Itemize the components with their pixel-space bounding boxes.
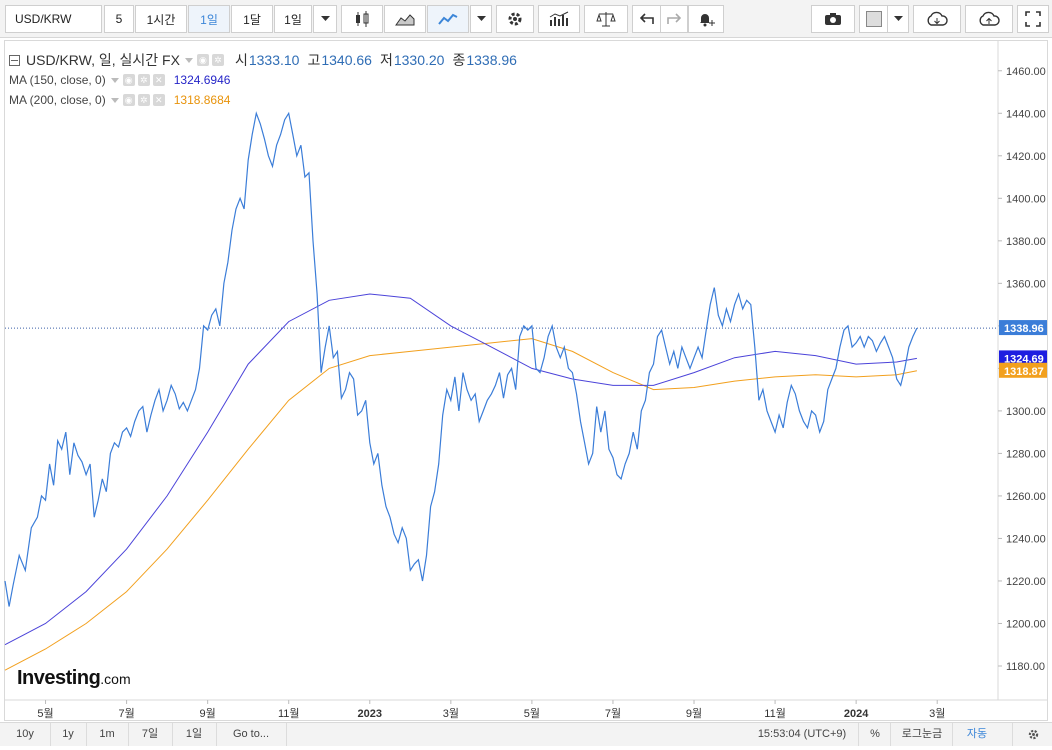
investing-logo: Investing.com (17, 667, 131, 690)
open-value: 1333.10 (248, 52, 300, 68)
percent-scale-button[interactable]: % (858, 723, 891, 746)
gear-icon[interactable]: ✲ (137, 74, 150, 86)
gear-icon[interactable]: ✲ (211, 54, 224, 66)
x-tick-label: 9월 (200, 707, 216, 720)
gear-icon (1028, 729, 1038, 740)
x-tick-label: 5월 (524, 707, 540, 720)
y-tick-label: 1400.00 (1006, 193, 1046, 205)
low-value: 1330.20 (393, 52, 445, 68)
ma150-value: 1324.6946 (173, 73, 231, 87)
range-1d-button[interactable]: 1일 (172, 723, 217, 746)
x-tick-label: 3월 (443, 707, 459, 720)
y-tick-label: 1260.00 (1006, 491, 1046, 503)
y-tick-label: 1200.00 (1006, 618, 1046, 630)
bottom-bar: 10y 1y 1m 7일 1일 Go to... 15:53:04 (UTC+9… (0, 722, 1052, 746)
open-label: 시 (234, 52, 248, 68)
logo-name: Investing (17, 667, 101, 689)
y-tick-label: 1460.00 (1006, 66, 1046, 78)
chevron-down-icon[interactable] (184, 57, 193, 63)
y-tick-label: 1360.00 (1006, 278, 1046, 290)
goto-button[interactable]: Go to... (216, 723, 287, 746)
main-series-legend: USD/KRW, 일, 실시간 FX ◉ ✲ 시 1333.10 고 1340.66… (9, 50, 517, 70)
high-value: 1340.66 (321, 52, 372, 68)
ma200-price-tag: 1318.87 (1004, 366, 1044, 378)
range-1m-button[interactable]: 1m (86, 723, 129, 746)
x-tick-label: 3월 (929, 707, 945, 720)
range-7d-button[interactable]: 7일 (128, 723, 173, 746)
y-tick-label: 1420.00 (1006, 151, 1046, 163)
x-tick-label: 5월 (37, 707, 53, 720)
close-label: 종 (452, 52, 466, 68)
y-tick-label: 1280.00 (1006, 448, 1046, 460)
x-tick-label: 11월 (278, 707, 300, 720)
eye-icon[interactable]: ◉ (196, 54, 209, 66)
ma200-label: MA (200, close, 0) (9, 93, 106, 107)
x-tick-label: 2024 (844, 708, 869, 720)
close-icon[interactable]: ✕ (152, 74, 165, 86)
y-tick-label: 1220.00 (1006, 576, 1046, 588)
y-tick-label: 1240.00 (1006, 533, 1046, 545)
y-tick-label: 1380.00 (1006, 236, 1046, 248)
scale-settings-button[interactable] (1012, 723, 1052, 746)
ma150-line (4, 293, 917, 646)
low-label: 저 (379, 52, 393, 68)
eye-icon[interactable]: ◉ (122, 94, 135, 106)
ma200-legend: MA (200, close, 0) ◉ ✲ ✕ 1318.8684 (9, 90, 517, 110)
range-10y-button[interactable]: 10y (0, 723, 51, 746)
close-icon[interactable]: ✕ (152, 94, 165, 106)
x-tick-label: 7월 (605, 707, 621, 720)
gear-icon[interactable]: ✲ (137, 94, 150, 106)
series-title: USD/KRW, 일, 실시간 FX (26, 52, 180, 68)
collapse-legend-icon[interactable] (9, 54, 20, 66)
log-scale-button[interactable]: 로그눈금 (890, 723, 953, 746)
price-line (4, 111, 918, 607)
last-price-tag: 1338.96 (1004, 323, 1044, 335)
x-tick-label: 9월 (686, 707, 702, 720)
logo-suffix: .com (100, 671, 131, 687)
x-tick-label: 11월 (764, 707, 786, 720)
y-tick-label: 1440.00 (1006, 108, 1046, 120)
clock-readout: 15:53:04 (UTC+9) (757, 728, 847, 740)
high-label: 고 (307, 52, 321, 68)
ma150-legend: MA (150, close, 0) ◉ ✲ ✕ 1324.6946 (9, 70, 517, 90)
chevron-down-icon[interactable] (110, 97, 119, 103)
ma200-value: 1318.8684 (173, 93, 231, 107)
chart-legend: USD/KRW, 일, 실시간 FX ◉ ✲ 시 1333.10 고 1340.66… (9, 50, 517, 110)
x-tick-label: 7월 (118, 707, 134, 720)
auto-scale-button[interactable]: 자동 (952, 723, 1001, 746)
ma150-label: MA (150, close, 0) (9, 73, 106, 87)
x-tick-label: 2023 (358, 708, 382, 720)
close-value: 1338.96 (466, 52, 517, 68)
eye-icon[interactable]: ◉ (122, 74, 135, 86)
range-1y-button[interactable]: 1y (50, 723, 87, 746)
y-tick-label: 1300.00 (1006, 406, 1046, 418)
y-tick-label: 1180.00 (1006, 661, 1045, 673)
chevron-down-icon[interactable] (110, 77, 119, 83)
